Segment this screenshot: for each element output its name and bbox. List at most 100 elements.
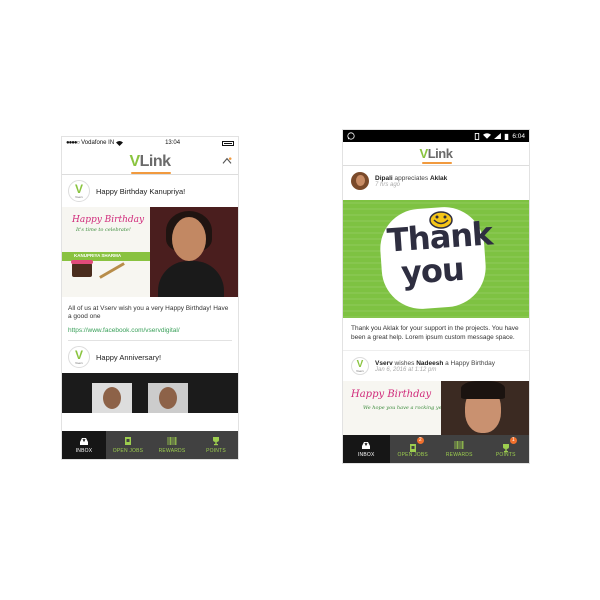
post-headline: Vserv wishes Nadeesh a Happy Birthday [375, 360, 495, 367]
tab-inbox[interactable]: INBOX [343, 435, 390, 463]
status-bar: ●●●●○ Vodafone IN 13:04 [62, 137, 238, 149]
tab-rewards[interactable]: REWARDS [436, 435, 483, 463]
post-verb: wishes [394, 359, 415, 367]
tab-inbox[interactable]: INBOX [62, 431, 106, 459]
post-verb: appreciates [394, 174, 429, 182]
post-time: Jan 6, 2016 at 1:12 pm [375, 366, 437, 373]
post-headline: Dipali appreciates Aklak [375, 175, 447, 182]
cake-illustration [71, 260, 93, 277]
notification-badge: 2 [416, 437, 424, 444]
person-photo [150, 207, 238, 297]
logo-underline [421, 162, 453, 164]
vlink-logo: VLink [129, 152, 171, 174]
post-suffix: a Happy Birthday [445, 359, 496, 367]
appreciation-post[interactable]: Dipali appreciates Aklak 7 hrs ago Thank… [343, 166, 529, 346]
card-title: Happy Birthday Kanupriya! [96, 186, 186, 196]
banner-heading: Happy Birthday [72, 215, 145, 225]
avatar-caption: Vserv [75, 194, 83, 199]
photo-hair [461, 381, 505, 399]
face [103, 387, 121, 409]
logo-text: Link [427, 146, 453, 161]
logo-underline [131, 171, 171, 174]
signal-icon [494, 133, 502, 139]
jobs-icon [409, 444, 416, 452]
avatar-letter: V [356, 358, 364, 370]
inbox-icon [80, 438, 88, 445]
logo-text: Link [139, 152, 171, 170]
banner-name: KANUPRIYA SHARMA [74, 253, 122, 258]
vserv-avatar: V Vserv [68, 180, 90, 202]
clock: 6:04 [512, 132, 525, 140]
person-photo [441, 381, 529, 437]
ios-screen: ●●●●○ Vodafone IN 13:04 VLink V Vserv Ha… [61, 136, 239, 460]
app-header: VLink [62, 149, 238, 175]
barcode-icon [454, 441, 464, 449]
facebook-link[interactable]: https://www.facebook.com/vservdigital/ [62, 325, 238, 340]
tab-label: REWARDS [445, 452, 473, 458]
author-name[interactable]: Vserv [375, 360, 393, 367]
avatar [351, 172, 369, 190]
banner-heading: Happy Birthday [351, 389, 432, 400]
tab-label: POINTS [206, 448, 226, 454]
tab-points[interactable]: POINTS [194, 431, 238, 459]
vibrate-icon [475, 132, 480, 140]
feed: V Vserv Happy Birthday Kanupriya! Happy … [62, 175, 238, 413]
author-name[interactable]: Dipali [375, 175, 393, 182]
photo-body [158, 261, 224, 297]
notifications-icon[interactable] [222, 157, 232, 165]
post-time: 7 hrs ago [375, 181, 401, 188]
tab-rewards[interactable]: REWARDS [150, 431, 194, 459]
banner-tagline: It's time to celebrate! [76, 227, 131, 233]
jobs-icon-wrap: 2 [408, 437, 424, 452]
photo-frame [148, 383, 188, 413]
photo-face [172, 217, 206, 261]
birthday-banner-image: Happy Birthday It's time to celebrate! K… [62, 207, 238, 297]
clock: 13:04 [165, 140, 181, 146]
barcode-icon [167, 437, 177, 445]
avatar-letter: V [74, 181, 83, 196]
tab-label: REWARDS [158, 448, 186, 454]
avatar-letter: V [74, 347, 83, 362]
card-header: V Vserv Happy Birthday Kanupriya! [62, 175, 238, 207]
logo-v: V [129, 152, 140, 170]
tab-open-jobs[interactable]: OPEN JOBS [106, 431, 150, 459]
thank-you-image: Thank you [343, 200, 529, 318]
tab-label: INBOX [75, 448, 93, 454]
post-meta: Dipali appreciates Aklak 7 hrs ago [375, 175, 447, 188]
recipient-name[interactable]: Aklak [430, 175, 447, 182]
tab-label: INBOX [357, 452, 375, 458]
signal-icon: ●●●●○ [66, 140, 80, 146]
android-screen: 6:04 VLink Dipali appreciates Aklak 7 hr… [342, 129, 530, 464]
carrier-label: Vodafone IN [81, 140, 115, 146]
birthday-post[interactable]: V Vserv Vserv wishes Nadeesh a Happy Bir… [343, 350, 529, 437]
points-icon-wrap: 1 [501, 437, 517, 453]
feed-card[interactable]: V Vserv Happy Birthday Kanupriya! Happy … [62, 175, 238, 340]
card-title: Happy Anniversary! [96, 352, 162, 362]
avatar-caption: Vserv [75, 360, 83, 365]
jobs-icon [125, 437, 131, 445]
sticker-line-2: you [399, 249, 465, 293]
inbox-icon [362, 442, 371, 449]
trophy-icon [213, 437, 219, 446]
card-header: V Vserv Happy Anniversary! [62, 341, 238, 373]
tab-open-jobs[interactable]: 2 OPEN JOBS [390, 435, 437, 463]
birthday-banner-image: Happy Birthday We hope you have a rockin… [343, 381, 529, 437]
tab-label: OPEN JOBS [112, 448, 144, 454]
card-message: All of us at Vserv wish you a very Happy… [68, 305, 229, 320]
face [159, 387, 177, 409]
notification-badge: 1 [509, 437, 517, 444]
recipient-name[interactable]: Nadeesh [416, 360, 443, 367]
vserv-avatar: V Vserv [68, 346, 90, 368]
bottom-tab-bar: INBOX 2 OPEN JOBS REWARDS 1 POINTS [343, 435, 529, 463]
status-bar: 6:04 [343, 130, 529, 142]
wifi-icon [483, 133, 492, 139]
bottom-tab-bar: INBOX OPEN JOBS REWARDS POINTS [62, 431, 238, 459]
post-message: Thank you Aklak for your support in the … [351, 325, 519, 341]
photo-frame [92, 383, 132, 413]
wifi-icon [116, 140, 124, 146]
tab-points[interactable]: 1 POINTS [483, 435, 530, 463]
feed-card[interactable]: V Vserv Happy Anniversary! [62, 341, 238, 413]
app-header: VLink [343, 142, 529, 166]
post-header: Dipali appreciates Aklak 7 hrs ago [343, 166, 529, 192]
trophy-icon [502, 444, 509, 453]
